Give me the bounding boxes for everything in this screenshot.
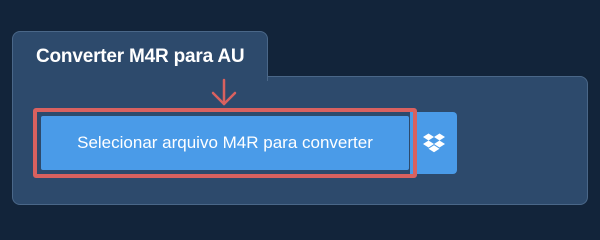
- tab-title: Converter M4R para AU: [36, 46, 245, 67]
- dropbox-button[interactable]: [410, 112, 457, 174]
- arrow-down-icon: [211, 78, 237, 106]
- select-file-button[interactable]: Selecionar arquivo M4R para converter: [41, 116, 409, 170]
- dropbox-icon: [422, 133, 445, 153]
- converter-tab: Converter M4R para AU: [12, 31, 268, 81]
